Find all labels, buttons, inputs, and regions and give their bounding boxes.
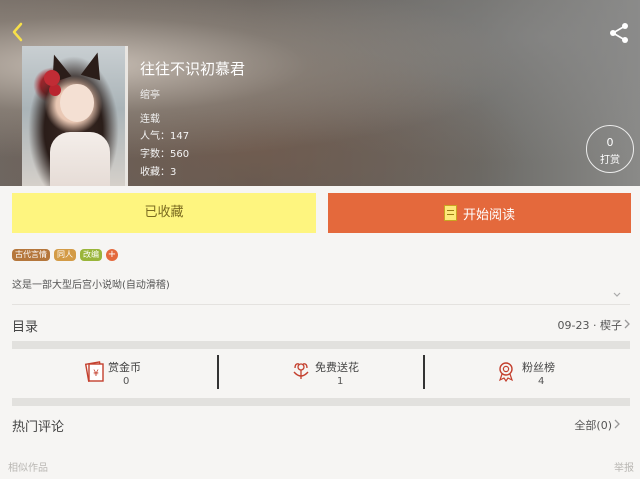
book-title: 往往不识初慕君 (140, 60, 246, 78)
perk-count: 0 (123, 376, 130, 387)
similar-works-label: 相似作品 (8, 463, 48, 474)
popularity-stat: 人气：147 (140, 131, 190, 142)
perks-bar: ¥ 赏金币 0 免费送花 1 粉丝榜 4 (12, 350, 630, 394)
book-author[interactable]: 绾亭 (140, 86, 160, 101)
expand-chevron-down-icon[interactable] (612, 290, 622, 300)
perk-label: 免费送花 (315, 361, 359, 374)
perk-label: 粉丝榜 (522, 361, 555, 374)
svg-text:¥: ¥ (93, 369, 99, 379)
perk-count: 1 (337, 376, 344, 387)
tip-count: 0 (606, 136, 614, 149)
gold-reward-button[interactable]: ¥ 赏金币 0 (12, 350, 218, 394)
perk-count: 4 (538, 376, 545, 387)
book-icon (443, 205, 457, 221)
tag-item[interactable]: 古代言情 (12, 249, 50, 261)
tag-item[interactable]: 改编 (80, 249, 102, 261)
perk-label: 赏金币 (108, 361, 141, 374)
tip-label: 打赏 (600, 155, 620, 166)
favorites-stat: 收藏：3 (140, 167, 177, 178)
report-link[interactable]: 举报 (614, 459, 634, 474)
book-status: 连载 (140, 114, 160, 125)
word-count-stat: 字数：560 (140, 149, 190, 160)
collected-button[interactable]: 已收藏 (12, 193, 316, 233)
section-separator (12, 398, 630, 406)
tag-item[interactable]: 同人 (54, 249, 76, 261)
catalog-latest-chapter: 09-23 · 楔子 (557, 319, 622, 332)
back-chevron-icon[interactable] (6, 20, 30, 44)
book-cover-image (22, 46, 128, 186)
chevron-right-icon (614, 419, 620, 429)
book-description: 这是一部大型后宫小说呦(自动滑稽) (12, 280, 170, 291)
catalog-title: 目录 (12, 320, 39, 335)
catalog-row[interactable]: 目录 09-23 · 楔子 (0, 306, 640, 340)
add-tag-button[interactable]: + (106, 249, 118, 261)
divider (12, 304, 630, 305)
share-icon[interactable] (608, 22, 630, 44)
tip-button[interactable]: 0 打赏 (586, 125, 634, 173)
start-reading-label: 开始阅读 (462, 207, 515, 223)
start-reading-button[interactable]: 开始阅读 (328, 193, 631, 233)
medal-icon (498, 362, 514, 382)
chevron-right-icon (624, 319, 630, 329)
send-flower-button[interactable]: 免费送花 1 (218, 350, 424, 394)
flower-icon (293, 363, 309, 379)
hot-comments-row[interactable]: 热门评论 全部(0) (0, 408, 640, 442)
red-envelope-icon: ¥ (84, 361, 104, 382)
fan-ranking-button[interactable]: 粉丝榜 4 (424, 350, 630, 394)
tag-list: 古代言情 同人 改编 + (12, 249, 118, 261)
section-separator (12, 341, 630, 349)
book-header: 往往不识初慕君 绾亭 连载 人气：147 字数：560 收藏：3 0 打赏 (0, 0, 640, 186)
all-comments-link[interactable]: 全部(0) (574, 417, 612, 433)
hot-comments-title: 热门评论 (12, 420, 65, 435)
